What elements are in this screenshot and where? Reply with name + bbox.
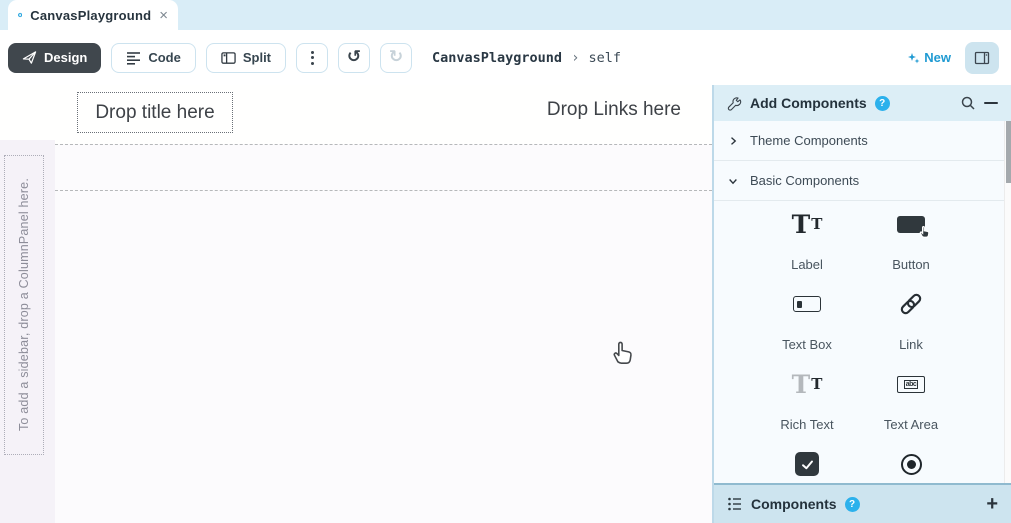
component-label-text: Text Box bbox=[782, 337, 832, 352]
form-file-icon bbox=[18, 12, 23, 18]
new-button[interactable]: New bbox=[907, 50, 951, 65]
undo-icon: ↺ bbox=[346, 47, 362, 67]
dropzone-divider-top bbox=[55, 144, 712, 145]
toolbar-right: New bbox=[907, 41, 999, 74]
tab-title: CanvasPlayground bbox=[30, 7, 152, 23]
components-footer-bar[interactable]: Components ? + bbox=[714, 483, 1011, 523]
tab-close-icon[interactable]: × bbox=[159, 8, 168, 23]
sidebar-dropzone[interactable]: To add a sidebar, drop a ColumnPanel her… bbox=[0, 140, 55, 523]
breadcrumb: CanvasPlayground › self bbox=[432, 50, 621, 66]
component-label-text: Label bbox=[791, 257, 823, 272]
component-label-text: Link bbox=[899, 337, 923, 352]
chevron-down-icon bbox=[729, 178, 737, 184]
search-icon[interactable] bbox=[960, 95, 976, 111]
panel-scrollbar-thumb[interactable] bbox=[1006, 121, 1011, 183]
drop-title-text: Drop title here bbox=[95, 101, 215, 123]
panel-title: Add Components bbox=[750, 95, 867, 111]
checkbox-checked-icon bbox=[795, 441, 819, 483]
breadcrumb-separator: › bbox=[571, 49, 580, 66]
panel-scrollbar[interactable] bbox=[1004, 121, 1011, 483]
wrench-icon bbox=[727, 96, 742, 111]
redo-icon: ↻ bbox=[388, 47, 404, 67]
design-button[interactable]: Design bbox=[8, 42, 102, 73]
help-badge[interactable]: ? bbox=[874, 95, 890, 111]
richtext-Tt-icon: TT bbox=[791, 369, 823, 399]
component-textarea[interactable]: abc Text Area bbox=[859, 361, 963, 441]
design-button-label: Design bbox=[44, 50, 88, 65]
sparkle-icon bbox=[908, 53, 920, 64]
button-hand-icon bbox=[897, 201, 930, 247]
component-grid: TT Label Button Text Box Link T T Rich T… bbox=[755, 201, 963, 483]
toolbar: Design Code Split ↺ ↻ CanvasPlayground ›… bbox=[0, 30, 1011, 85]
collapse-panel-icon[interactable] bbox=[984, 101, 998, 105]
drop-links-placeholder[interactable]: Drop Links here bbox=[547, 99, 681, 121]
component-tree-icon bbox=[728, 497, 741, 511]
component-textbox[interactable]: Text Box bbox=[755, 281, 859, 361]
textbox-icon bbox=[793, 281, 821, 327]
sidebar-hint-text: To add a sidebar, drop a ColumnPanel her… bbox=[17, 178, 31, 432]
section-basic-label: Basic Components bbox=[750, 173, 860, 188]
split-pane-icon bbox=[221, 51, 236, 64]
add-components-panel: Add Components ? Theme Components Basic … bbox=[712, 85, 1011, 523]
panel-header: Add Components ? bbox=[714, 85, 1011, 121]
split-button[interactable]: Split bbox=[205, 42, 287, 73]
breadcrumb-page[interactable]: self bbox=[589, 50, 622, 66]
drop-title-placeholder[interactable]: Drop title here bbox=[77, 92, 233, 133]
section-basic-components[interactable]: Basic Components bbox=[714, 161, 1011, 201]
component-label-text: Button bbox=[892, 257, 930, 272]
code-button-label: Code bbox=[148, 50, 181, 65]
code-button[interactable]: Code bbox=[111, 42, 196, 73]
component-label-text: Rich Text bbox=[780, 417, 834, 432]
new-button-label: New bbox=[924, 50, 951, 65]
hand-pointer-cursor bbox=[613, 341, 632, 364]
design-canvas[interactable]: Drop title here Drop Links here To add a… bbox=[0, 85, 712, 523]
main-area: Drop title here Drop Links here To add a… bbox=[0, 85, 1011, 523]
add-component-plus-icon[interactable]: + bbox=[986, 494, 998, 514]
undo-button[interactable]: ↺ bbox=[338, 42, 371, 73]
component-label-text: Text Area bbox=[883, 417, 939, 432]
component-button[interactable]: Button bbox=[859, 201, 963, 281]
sidebar-layout-icon bbox=[974, 51, 990, 64]
label-Tt-icon: TT bbox=[791, 209, 823, 239]
textarea-icon: abc bbox=[897, 361, 925, 407]
component-radio[interactable] bbox=[859, 441, 963, 483]
section-theme-label: Theme Components bbox=[750, 133, 868, 148]
breadcrumb-app[interactable]: CanvasPlayground bbox=[432, 50, 562, 66]
sidebar-hint-box: To add a sidebar, drop a ColumnPanel her… bbox=[4, 155, 44, 455]
component-richtext[interactable]: TT Rich Text bbox=[755, 361, 859, 441]
code-lines-icon bbox=[127, 51, 141, 65]
chevron-right-icon bbox=[731, 136, 737, 145]
component-link[interactable]: Link bbox=[859, 281, 963, 361]
kebab-menu-icon bbox=[310, 50, 314, 65]
components-footer-label: Components bbox=[751, 496, 837, 512]
section-theme-components[interactable]: Theme Components bbox=[714, 121, 1011, 161]
more-options-button[interactable] bbox=[296, 42, 329, 73]
split-button-label: Split bbox=[242, 50, 272, 65]
radio-selected-icon bbox=[900, 441, 922, 483]
components-help-badge[interactable]: ? bbox=[844, 496, 860, 512]
component-label[interactable]: TT Label bbox=[755, 201, 859, 281]
tab-bar: CanvasPlayground × bbox=[0, 0, 1011, 30]
tab-canvasplayground[interactable]: CanvasPlayground × bbox=[8, 0, 178, 30]
paper-plane-icon bbox=[22, 51, 37, 64]
toggle-side-panel-button[interactable] bbox=[965, 41, 999, 74]
dropzone-divider-content bbox=[55, 190, 712, 191]
app-window: CanvasPlayground × Design Code Split ↺ ↻… bbox=[0, 0, 1011, 523]
component-checkbox[interactable] bbox=[755, 441, 859, 483]
redo-button-disabled[interactable]: ↻ bbox=[380, 42, 413, 73]
chain-link-icon bbox=[898, 281, 924, 327]
